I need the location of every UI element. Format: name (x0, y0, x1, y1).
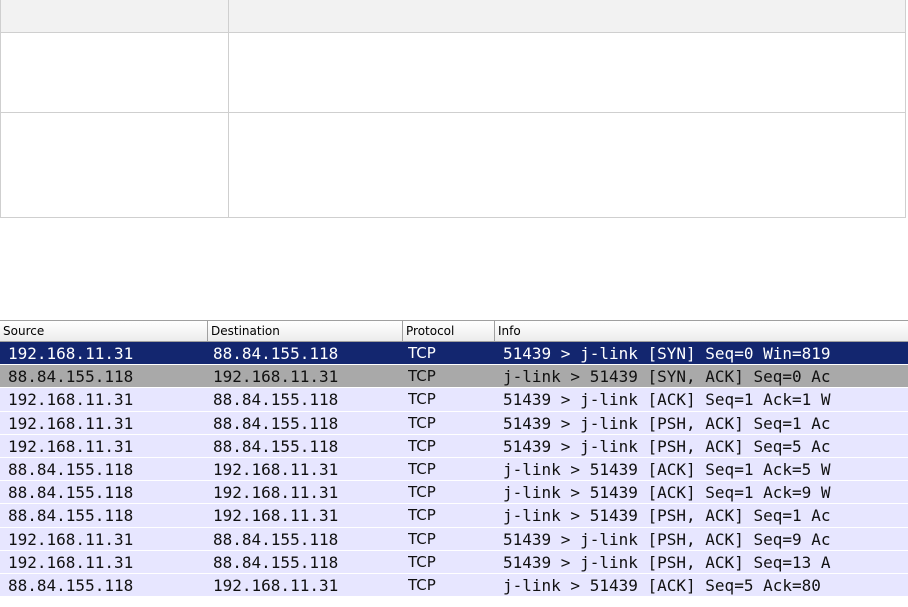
packet-row[interactable]: 88.84.155.118 192.168.11.31 TCP j-link > 51… (0, 504, 908, 528)
packet-row[interactable]: 192.168.11.31 88.84.155.118 TCP 51439 > j-l… (0, 388, 908, 412)
packet-row[interactable]: 88.84.155.118 192.168.11.31 TCP j-link > 51… (0, 573, 908, 598)
table-cell (229, 33, 905, 112)
table-row (1, 33, 905, 113)
packet-info: 51439 > j-link [ACK] Seq=1 Ack=1 W (503, 390, 831, 410)
packet-source: 192.168.11.31 (8, 413, 134, 433)
packet-destination: 88.84.155.118 (213, 436, 339, 456)
packet-row[interactable]: 192.168.11.31 88.84.155.118 TCP 51439 > j-l… (0, 550, 908, 574)
packet-info: 51439 > j-link [SYN] Seq=0 Win=819 (503, 344, 831, 363)
packet-info: 51439 > j-link [PSH, ACK] Seq=1 Ac (503, 413, 831, 433)
empty-table (0, 0, 906, 218)
packet-row[interactable]: 88.84.155.118 192.168.11.31 TCP j-link > 51… (0, 457, 908, 482)
packet-protocol: TCP (408, 413, 436, 432)
column-header-source[interactable]: Source (0, 321, 207, 341)
packet-protocol: TCP (408, 459, 436, 478)
table-cell (1, 113, 229, 217)
column-header-protocol[interactable]: Protocol (402, 321, 494, 341)
table-cell (229, 113, 905, 217)
packet-row[interactable]: 192.168.11.31 88.84.155.118 TCP 51439 > j-l… (0, 527, 908, 551)
table-header-cell (1, 0, 229, 32)
packet-info: j-link > 51439 [ACK] Seq=1 Ack=9 W (503, 483, 831, 503)
packet-protocol: TCP (408, 483, 436, 502)
page: Source Destination Protocol Info 192.168… (0, 0, 908, 607)
table-cell (1, 33, 229, 112)
packet-source: 88.84.155.118 (8, 506, 134, 526)
packet-protocol: TCP (408, 506, 436, 525)
packet-info: j-link > 51439 [ACK] Seq=5 Ack=80 (503, 575, 821, 595)
packet-row[interactable]: 88.84.155.118 192.168.11.31 TCP j-link > 51… (0, 481, 908, 505)
packet-protocol: TCP (408, 344, 436, 362)
packet-protocol: TCP (408, 552, 436, 571)
packet-info: 51439 > j-link [PSH, ACK] Seq=13 A (503, 552, 831, 572)
packet-info: j-link > 51439 [ACK] Seq=1 Ack=5 W (503, 459, 831, 479)
packet-destination: 88.84.155.118 (213, 390, 339, 410)
table-header-cell (229, 0, 905, 32)
packet-destination: 192.168.11.31 (213, 367, 339, 387)
packet-protocol: TCP (408, 529, 436, 548)
packet-row[interactable]: 192.168.11.31 88.84.155.118 TCP 51439 > j-l… (0, 411, 908, 435)
packet-protocol: TCP (408, 367, 436, 386)
column-header-destination[interactable]: Destination (207, 321, 402, 341)
packet-info: 51439 > j-link [PSH, ACK] Seq=9 Ac (503, 529, 831, 549)
packet-row[interactable]: 192.168.11.31 88.84.155.118 TCP 51439 > j-l… (0, 434, 908, 458)
packet-info: 51439 > j-link [PSH, ACK] Seq=5 Ac (503, 436, 831, 456)
packet-info: j-link > 51439 [PSH, ACK] Seq=1 Ac (503, 506, 831, 526)
packet-source: 88.84.155.118 (8, 483, 134, 503)
packet-destination: 88.84.155.118 (213, 413, 339, 433)
packet-protocol: TCP (408, 390, 436, 409)
packet-destination: 88.84.155.118 (213, 552, 339, 572)
packet-protocol: TCP (408, 436, 436, 455)
column-header-info[interactable]: Info (494, 321, 908, 341)
packet-source: 192.168.11.31 (8, 344, 134, 363)
packet-info: j-link > 51439 [SYN, ACK] Seq=0 Ac (503, 367, 831, 387)
packet-protocol: TCP (408, 575, 436, 594)
packet-source: 88.84.155.118 (8, 367, 134, 387)
packet-list-header: Source Destination Protocol Info (0, 320, 908, 342)
packet-list[interactable]: Source Destination Protocol Info 192.168… (0, 320, 908, 607)
packet-source: 192.168.11.31 (8, 529, 134, 549)
packet-destination: 88.84.155.118 (213, 344, 339, 363)
packet-destination: 192.168.11.31 (213, 483, 339, 503)
table-row (1, 113, 905, 217)
packet-source: 192.168.11.31 (8, 436, 134, 456)
packet-source: 192.168.11.31 (8, 390, 134, 410)
packet-row[interactable]: 88.84.155.118 192.168.11.31 TCP j-link > 51… (0, 365, 908, 389)
table-header-row (1, 0, 905, 33)
packet-destination: 192.168.11.31 (213, 575, 339, 595)
packet-source: 88.84.155.118 (8, 575, 134, 595)
packet-destination: 88.84.155.118 (213, 529, 339, 549)
packet-destination: 192.168.11.31 (213, 506, 339, 526)
packet-source: 192.168.11.31 (8, 552, 134, 572)
packet-destination: 192.168.11.31 (213, 459, 339, 479)
packet-rows: 192.168.11.31 88.84.155.118 TCP 51439 > j-l… (0, 342, 908, 598)
packet-row[interactable]: 192.168.11.31 88.84.155.118 TCP 51439 > j-l… (0, 342, 908, 366)
packet-source: 88.84.155.118 (8, 459, 134, 479)
